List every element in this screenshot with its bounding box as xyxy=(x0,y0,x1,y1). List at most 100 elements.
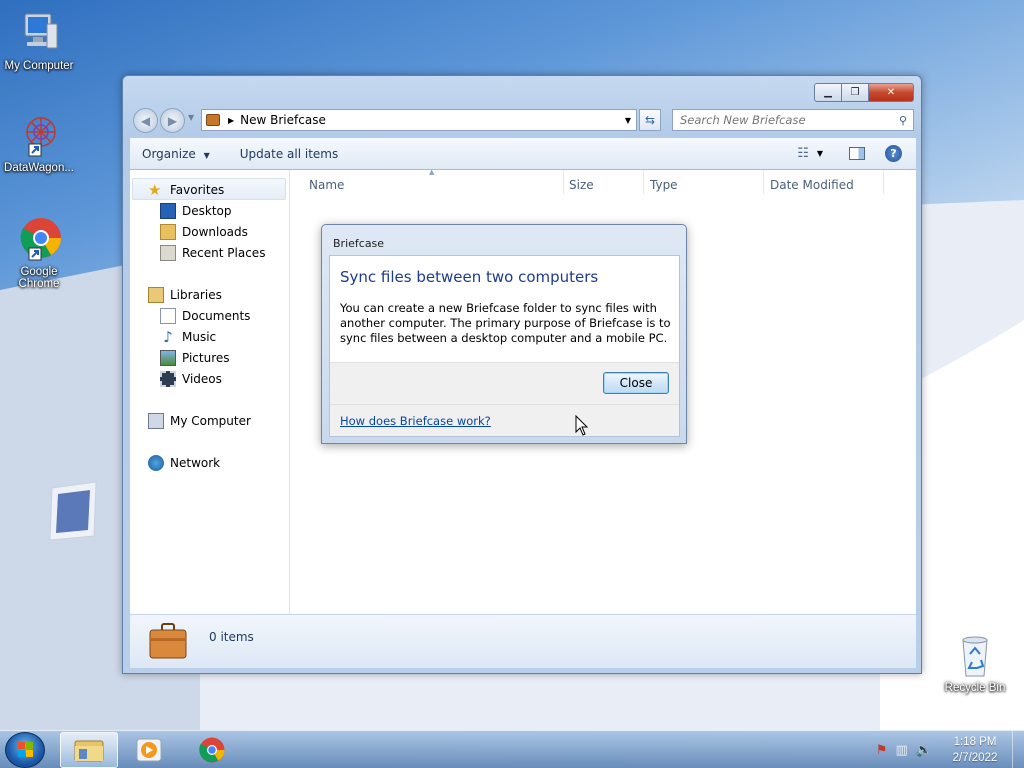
desktop-icon-recycle-bin[interactable]: Recycle Bin xyxy=(933,632,1017,694)
desktop-icon-google-chrome[interactable]: Google Chrome xyxy=(0,216,81,290)
taskbar-chrome[interactable] xyxy=(183,732,241,768)
nav-my-computer-label: My Computer xyxy=(170,414,251,428)
nav-my-computer[interactable]: My Computer xyxy=(148,411,251,431)
network-icon xyxy=(148,455,164,471)
start-button[interactable] xyxy=(5,732,45,768)
system-tray: ⚑ ▥ 🔈 1:18 PM 2/7/2022 xyxy=(876,731,1024,768)
nav-libraries-label: Libraries xyxy=(170,288,222,302)
close-icon: ✕ xyxy=(886,87,896,98)
briefcase-large-icon xyxy=(148,621,188,661)
nav-pictures-label: Pictures xyxy=(182,351,230,365)
view-icon: ☷ xyxy=(797,146,809,161)
clock[interactable]: 1:18 PM 2/7/2022 xyxy=(938,734,1012,766)
dialog-text: You can create a new Briefcase folder to… xyxy=(340,301,671,345)
nav-desktop[interactable]: Desktop xyxy=(160,201,232,221)
nav-pictures[interactable]: Pictures xyxy=(160,348,230,368)
update-all-items-button[interactable]: Update all items xyxy=(228,147,350,161)
videos-icon xyxy=(160,371,176,387)
show-desktop-button[interactable] xyxy=(1012,731,1024,768)
media-player-icon xyxy=(136,738,162,762)
desktop-icon-my-computer[interactable]: My Computer xyxy=(0,10,81,72)
nav-network[interactable]: Network xyxy=(148,453,220,473)
nav-desktop-label: Desktop xyxy=(182,204,232,218)
refresh-button[interactable]: ⇆ xyxy=(639,109,661,131)
address-row: ◀ ▶ ▼ ▶ New Briefcase ▼ ⇆ ⚲ xyxy=(131,106,915,134)
forward-arrow-icon: ▶ xyxy=(167,113,178,128)
breadcrumb-separator-icon: ▶ xyxy=(228,115,235,125)
command-bar: Organize ▼ Update all items ☷ ▼ ? xyxy=(130,138,916,170)
network-status-icon[interactable]: ▥ xyxy=(896,743,908,758)
address-dropdown-icon[interactable]: ▼ xyxy=(625,116,631,125)
address-bar[interactable]: ▶ New Briefcase ▼ xyxy=(201,109,637,131)
documents-icon xyxy=(160,308,176,324)
dialog-footer: How does Briefcase work? xyxy=(330,404,679,436)
nav-documents[interactable]: Documents xyxy=(160,306,250,326)
refresh-icon: ⇆ xyxy=(644,113,656,127)
volume-icon[interactable]: 🔈 xyxy=(916,743,932,758)
column-header-date-modified[interactable]: Date Modified xyxy=(770,178,854,192)
how-does-briefcase-work-link[interactable]: How does Briefcase work? xyxy=(340,414,491,428)
organize-label: Organize xyxy=(142,146,196,161)
close-button[interactable]: Close xyxy=(603,372,669,394)
recent-places-icon xyxy=(160,245,176,261)
folder-icon xyxy=(74,740,104,762)
close-window-button[interactable]: ✕ xyxy=(869,83,914,102)
forward-button[interactable]: ▶ xyxy=(160,108,185,133)
search-box[interactable]: ⚲ xyxy=(672,109,914,131)
breadcrumb-new-briefcase[interactable]: New Briefcase xyxy=(240,113,326,127)
nav-downloads[interactable]: Downloads xyxy=(160,222,248,242)
pictures-icon xyxy=(160,350,176,366)
column-header-name[interactable]: Name xyxy=(309,178,344,192)
view-options-button[interactable]: ☷ ▼ xyxy=(797,146,823,161)
column-header-type[interactable]: Type xyxy=(650,178,678,192)
sort-indicator-icon: ▲ xyxy=(429,168,435,176)
taskbar-media-player[interactable] xyxy=(120,732,178,768)
nav-videos-label: Videos xyxy=(182,372,222,386)
nav-recent-places[interactable]: Recent Places xyxy=(160,243,265,263)
briefcase-dialog: Briefcase Sync files between two compute… xyxy=(321,224,687,444)
back-arrow-icon: ◀ xyxy=(140,113,151,128)
preview-pane-button[interactable] xyxy=(849,147,865,160)
dialog-body: Sync files between two computers You can… xyxy=(329,255,680,437)
clock-date: 2/7/2022 xyxy=(952,752,998,764)
taskbar: ⚑ ▥ 🔈 1:18 PM 2/7/2022 xyxy=(0,730,1024,768)
minimize-icon: ▁ xyxy=(824,87,832,98)
taskbar-explorer[interactable] xyxy=(60,732,118,768)
column-header-size[interactable]: Size xyxy=(569,178,594,192)
action-center-flag-icon[interactable]: ⚑ xyxy=(876,743,888,758)
desktop-icon-label: My Computer xyxy=(4,60,74,72)
help-icon: ? xyxy=(890,147,897,160)
dialog-title: Briefcase xyxy=(333,237,385,250)
item-count: 0 items xyxy=(209,630,254,644)
maximize-button[interactable]: ❐ xyxy=(842,83,869,102)
downloads-folder-icon xyxy=(160,224,176,240)
organize-button[interactable]: Organize ▼ xyxy=(130,147,222,161)
nav-music[interactable]: ♪ Music xyxy=(160,327,216,347)
windows-logo-icon xyxy=(18,742,33,757)
nav-videos[interactable]: Videos xyxy=(160,369,222,389)
recent-pages-chevron-icon[interactable]: ▼ xyxy=(188,113,194,122)
recycle-bin-icon xyxy=(951,632,999,680)
nav-documents-label: Documents xyxy=(182,309,251,323)
back-button[interactable]: ◀ xyxy=(133,108,158,133)
dialog-heading: Sync files between two computers xyxy=(340,268,599,286)
column-separator xyxy=(763,170,764,194)
help-button[interactable]: ? xyxy=(885,145,902,162)
desktop-icon-label: Google Chrome xyxy=(18,266,60,290)
search-input[interactable] xyxy=(673,113,899,127)
chevron-down-icon: ▼ xyxy=(816,149,823,158)
libraries-icon xyxy=(148,287,164,303)
computer-icon xyxy=(15,10,63,58)
desktop-icon-datawagon[interactable]: DataWagon... xyxy=(0,112,81,174)
column-separator xyxy=(883,170,884,194)
nav-favorites[interactable]: ★ Favorites xyxy=(148,180,224,200)
chrome-icon xyxy=(15,216,63,264)
nav-libraries[interactable]: Libraries xyxy=(148,285,222,305)
chrome-icon xyxy=(199,737,225,763)
details-pane: 0 items xyxy=(130,614,916,668)
nav-favorites-label: Favorites xyxy=(170,183,225,197)
dialog-button-area: Close xyxy=(330,362,679,404)
nav-recent-places-label: Recent Places xyxy=(182,246,266,260)
computer-icon xyxy=(148,413,164,429)
minimize-button[interactable]: ▁ xyxy=(814,83,842,102)
